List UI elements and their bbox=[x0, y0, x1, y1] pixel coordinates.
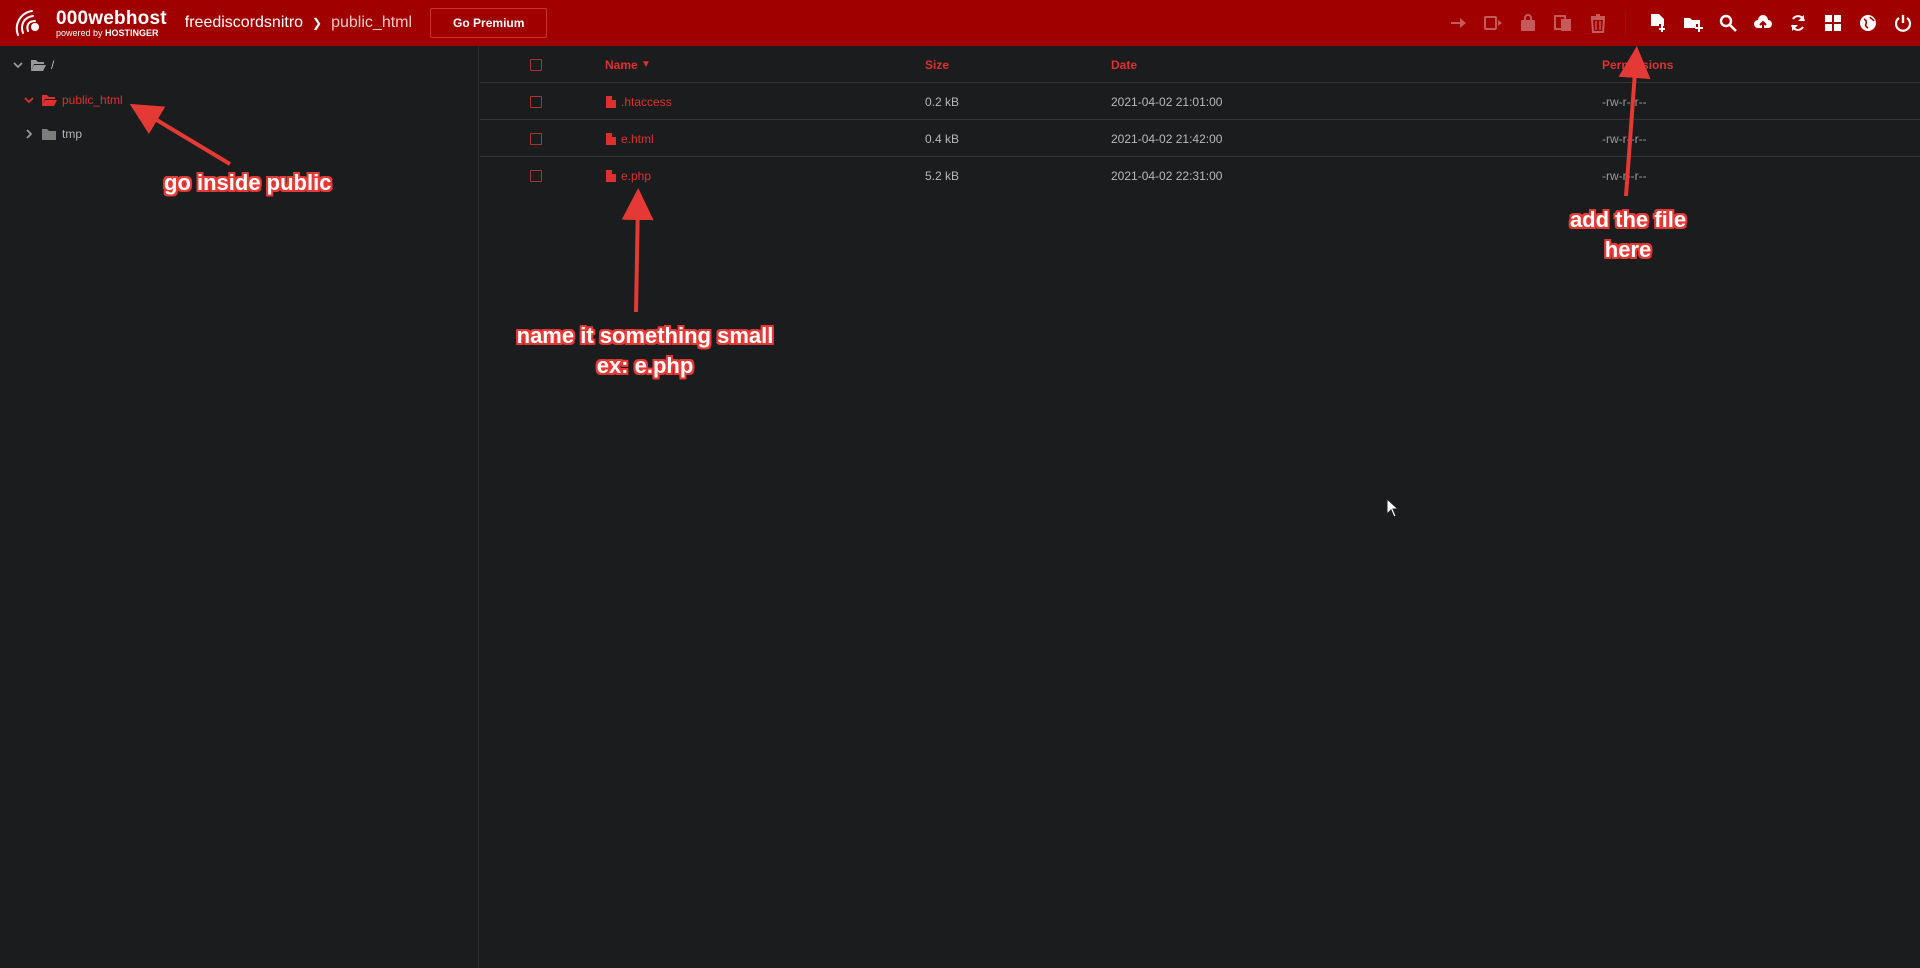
column-size[interactable]: Size bbox=[925, 46, 949, 83]
file-size: 5.2 kB bbox=[925, 168, 960, 183]
upload-icon[interactable] bbox=[1745, 0, 1780, 46]
brand-name: 000webhost bbox=[56, 7, 167, 29]
tree-root-label: / bbox=[51, 58, 55, 72]
column-name[interactable]: Name ▼ bbox=[605, 46, 651, 83]
brand[interactable]: 000webhost powered by HOSTINGER bbox=[12, 7, 167, 39]
file-icon bbox=[606, 95, 616, 108]
tree-item-label: tmp bbox=[62, 127, 83, 141]
copy-icon[interactable] bbox=[1545, 0, 1580, 46]
table-row[interactable]: .htaccess 0.2 kB 2021-04-02 21:01:00 -rw… bbox=[480, 83, 1920, 120]
logo-icon bbox=[15, 10, 39, 36]
file-permissions: -rw-r--r-- bbox=[1602, 131, 1647, 146]
permissions-icon[interactable] bbox=[1510, 0, 1545, 46]
file-date: 2021-04-02 21:01:00 bbox=[1111, 94, 1223, 109]
folder-open-icon bbox=[31, 59, 46, 71]
row-checkbox[interactable] bbox=[530, 95, 542, 108]
refresh-icon[interactable] bbox=[1780, 0, 1815, 46]
new-file-icon[interactable] bbox=[1640, 0, 1675, 46]
chevron-down-icon[interactable] bbox=[12, 59, 24, 71]
power-icon[interactable] bbox=[1885, 0, 1920, 46]
table-row[interactable]: e.html 0.4 kB 2021-04-02 21:42:00 -rw-r-… bbox=[480, 120, 1920, 157]
new-folder-icon[interactable] bbox=[1675, 0, 1710, 46]
tree-item-public-html[interactable]: public_html bbox=[23, 93, 123, 107]
website-icon[interactable] bbox=[1850, 0, 1885, 46]
folder-icon bbox=[42, 128, 56, 140]
brand-subtitle: powered by HOSTINGER bbox=[56, 27, 159, 38]
folder-open-icon bbox=[42, 94, 57, 106]
select-all-checkbox[interactable] bbox=[530, 58, 542, 71]
file-name[interactable]: e.html bbox=[621, 132, 654, 146]
file-size: 0.2 kB bbox=[925, 94, 960, 109]
file-name[interactable]: .htaccess bbox=[621, 95, 672, 109]
breadcrumb: freediscordsnitro ❯ public_html bbox=[185, 14, 412, 32]
file-date: 2021-04-02 22:31:00 bbox=[1111, 168, 1223, 183]
file-permissions: -rw-r--r-- bbox=[1602, 168, 1647, 183]
file-date: 2021-04-02 21:42:00 bbox=[1111, 131, 1223, 146]
view-grid-icon[interactable] bbox=[1815, 0, 1850, 46]
move-icon[interactable] bbox=[1440, 0, 1475, 46]
file-permissions: -rw-r--r-- bbox=[1602, 94, 1647, 109]
go-premium-button[interactable]: Go Premium bbox=[430, 8, 548, 38]
tree-item-tmp[interactable]: tmp bbox=[23, 127, 82, 141]
annotation-add-file: add the file here bbox=[1569, 207, 1687, 262]
column-permissions[interactable]: Permissions bbox=[1602, 46, 1673, 83]
table-header: Name ▼ Size Date Permissions bbox=[480, 46, 1920, 83]
row-checkbox[interactable] bbox=[530, 169, 542, 182]
tree-root[interactable]: / bbox=[12, 58, 54, 72]
file-icon bbox=[606, 132, 616, 145]
toolbar bbox=[1440, 0, 1920, 46]
sort-desc-icon: ▼ bbox=[641, 59, 651, 70]
annotation-name-it: name it something small ex: e.php bbox=[516, 323, 774, 378]
delete-icon[interactable] bbox=[1580, 0, 1615, 46]
chevron-down-icon[interactable] bbox=[23, 94, 35, 106]
chevron-right-icon[interactable] bbox=[23, 128, 35, 140]
column-date[interactable]: Date bbox=[1111, 46, 1137, 83]
annotation-go-inside: go inside public bbox=[164, 170, 332, 195]
breadcrumb-site[interactable]: freediscordsnitro bbox=[185, 14, 303, 32]
mouse-cursor-icon bbox=[1386, 498, 1400, 518]
file-icon bbox=[606, 169, 616, 182]
toolbar-divider bbox=[1625, 11, 1626, 35]
tree-item-label: public_html bbox=[62, 93, 123, 107]
file-name[interactable]: e.php bbox=[621, 169, 651, 183]
file-list: Name ▼ Size Date Permissions .htaccess 0… bbox=[480, 46, 1920, 968]
file-size: 0.4 kB bbox=[925, 131, 960, 146]
table-row[interactable]: e.php 5.2 kB 2021-04-02 22:31:00 -rw-r--… bbox=[480, 157, 1920, 194]
search-icon[interactable] bbox=[1710, 0, 1745, 46]
top-bar: 000webhost powered by HOSTINGER freedisc… bbox=[0, 0, 1920, 46]
rename-icon[interactable] bbox=[1475, 0, 1510, 46]
breadcrumb-current[interactable]: public_html bbox=[331, 14, 412, 32]
row-checkbox[interactable] bbox=[530, 132, 542, 145]
chevron-right-icon: ❯ bbox=[312, 16, 323, 30]
